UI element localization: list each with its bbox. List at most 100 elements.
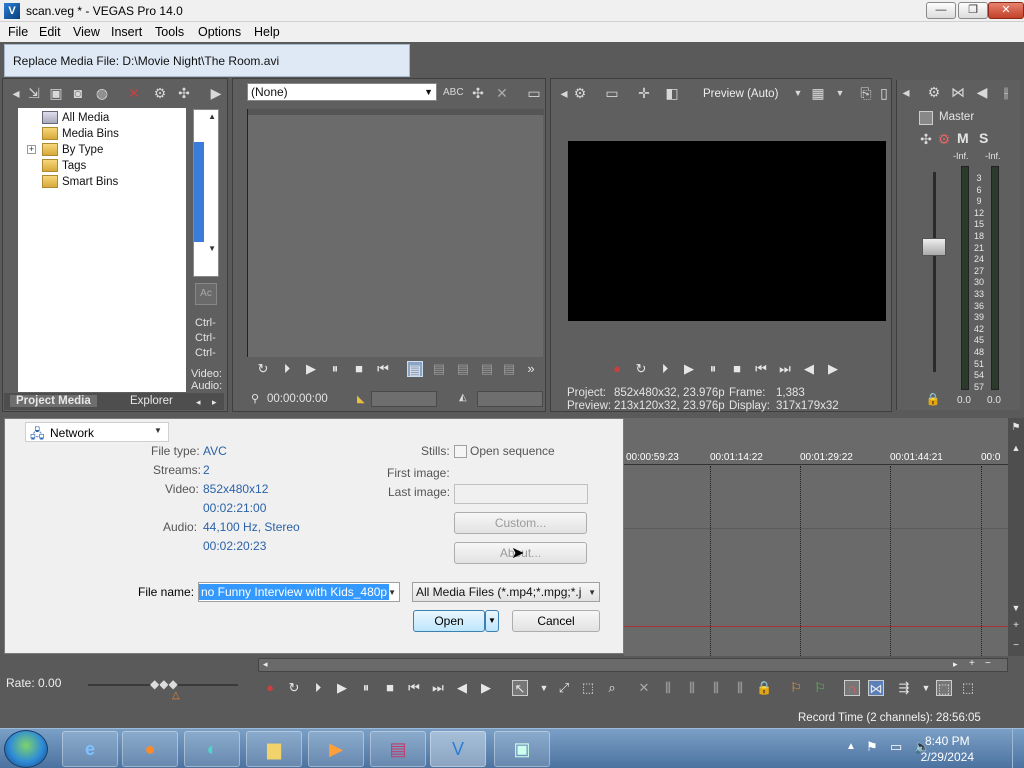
zoom-in-icon[interactable]: + [1008, 618, 1024, 634]
show-hidden-icons[interactable]: ▲ [846, 741, 856, 752]
pause-icon[interactable]: ⏸ [327, 361, 343, 377]
copy-snapshot-icon[interactable]: ⎘ [857, 84, 875, 102]
stop-icon[interactable]: ■ [382, 680, 398, 696]
scroll-down-icon[interactable]: ▼ [1008, 600, 1024, 616]
trim-end-icon[interactable]: ⫼ [708, 680, 724, 696]
preview-quality[interactable]: Preview (Auto) [703, 88, 778, 100]
master-fx-icon[interactable]: ✣ [917, 130, 935, 148]
play-from-start-icon[interactable]: ⏵ [657, 361, 673, 377]
internet-explorer-icon[interactable]: e [62, 731, 118, 767]
record-icon[interactable]: ● [609, 361, 625, 377]
play-from-start-icon[interactable]: ⏵ [310, 680, 326, 696]
start-button-icon[interactable] [4, 730, 48, 768]
solo-button[interactable]: S [979, 130, 988, 146]
zoom-out-icon[interactable]: − [985, 658, 991, 669]
trim-mode-icon[interactable]: ▤ [407, 361, 423, 377]
ignore-grouping-icon[interactable]: ⬚ [960, 680, 976, 696]
open-sequence-checkbox[interactable] [454, 445, 467, 458]
next-frame-icon[interactable]: ▶ [478, 680, 494, 696]
show-desktop-button[interactable] [1012, 729, 1024, 768]
scroll-down-icon[interactable]: ▼ [208, 244, 216, 253]
fx-icon[interactable]: ✣ [175, 84, 193, 102]
timeline-vscroll[interactable]: ⚑ ▲ ▼ + − [1008, 418, 1024, 656]
remove-icon[interactable]: ✕ [125, 84, 143, 102]
pause-icon[interactable]: ⏸ [705, 361, 721, 377]
downmix-icon[interactable]: ⋈ [949, 83, 967, 101]
menu-help[interactable]: Help [254, 25, 280, 39]
external-monitor-icon[interactable]: ▭ [603, 84, 621, 102]
system-clock[interactable]: 8:40 PM 2/29/2024 [921, 733, 974, 765]
chevron-down-icon[interactable]: ▼ [918, 680, 934, 696]
loop-icon[interactable]: ↻ [633, 361, 649, 377]
timeline-hscroll[interactable]: ◂ ▸ + − [258, 658, 1008, 672]
loop-icon[interactable]: ↻ [255, 361, 271, 377]
grid-icon[interactable]: ▦ [809, 84, 827, 102]
split-screen-icon[interactable]: ✛ [635, 84, 653, 102]
mixer-settings-icon[interactable]: ⫲ [997, 83, 1015, 101]
add-track-icon[interactable]: ▤ [501, 361, 517, 377]
minimize-button[interactable]: — [926, 2, 956, 19]
marker-icon[interactable]: ⚐ [788, 680, 804, 696]
zoom-tool-icon[interactable]: ⌕ [604, 680, 620, 696]
trim-start-icon[interactable]: ⫼ [684, 680, 700, 696]
snapping-icon[interactable]: ∩ [844, 680, 860, 696]
scroll-right-icon[interactable]: ▸ [953, 659, 958, 670]
zoom-out-icon[interactable]: − [1008, 638, 1024, 654]
pause-icon[interactable]: ⏸ [358, 680, 374, 696]
go-start-icon[interactable]: ⏮ [375, 361, 391, 377]
chevron-down-icon[interactable]: ▼ [789, 84, 807, 102]
mute-button[interactable]: M [957, 130, 969, 146]
go-end-icon[interactable]: ⏭ [777, 361, 793, 377]
chevron-icon[interactable]: ◂ [7, 84, 25, 102]
menu-view[interactable]: View [73, 25, 100, 39]
network-tray-icon[interactable]: ▭ [890, 739, 902, 755]
add-after-icon[interactable]: ▤ [479, 361, 495, 377]
chevron-down-icon[interactable]: ▼ [536, 680, 552, 696]
spellcheck-icon[interactable]: ABC [443, 84, 464, 102]
lock-icon[interactable]: 🔒 [924, 390, 942, 408]
menu-file[interactable]: File [8, 25, 28, 39]
stop-icon[interactable]: ■ [729, 361, 745, 377]
trim-icon[interactable]: ⫼ [660, 680, 676, 696]
prev-frame-icon[interactable]: ◀ [801, 361, 817, 377]
tab-next-icon[interactable]: ▸ [212, 397, 217, 408]
file-explorer-icon[interactable]: ▆ [246, 731, 302, 767]
tab-explorer[interactable]: Explorer [130, 395, 173, 407]
last-image-field[interactable] [454, 484, 588, 504]
preview-gear-icon[interactable]: ⚙ [571, 84, 589, 102]
split-icon[interactable]: ⫼ [732, 680, 748, 696]
play-icon[interactable]: ▶ [334, 680, 350, 696]
scroll-left-icon[interactable]: ◂ [263, 659, 268, 670]
chevron-down-icon[interactable]: ▼ [831, 84, 849, 102]
extract-audio-icon[interactable]: ◙ [69, 84, 87, 102]
add-before-icon[interactable]: ▤ [455, 361, 471, 377]
vegas-taskbar-icon[interactable]: V [430, 731, 486, 767]
rate-slider-thumb[interactable]: ◆◆◆ [150, 677, 178, 691]
loop-icon[interactable]: ↻ [286, 680, 302, 696]
trimmer-scroll-bar[interactable] [477, 391, 543, 407]
stop-icon[interactable]: ■ [351, 361, 367, 377]
selection-tool-icon[interactable]: ⬚ [580, 680, 596, 696]
trimmer-zoom-bar[interactable] [371, 391, 437, 407]
scroll-up-icon[interactable]: ▲ [1008, 440, 1024, 456]
chevron-icon[interactable]: ◂ [897, 83, 915, 101]
open-button[interactable]: Open [413, 610, 485, 632]
custom-button[interactable]: Custom... [454, 512, 587, 534]
network-tool-icon[interactable]: ▣ [494, 731, 550, 767]
zoom-in-icon[interactable]: + [969, 658, 975, 669]
master-bus-gear-icon[interactable]: ⚙ [935, 130, 953, 148]
monitor-icon[interactable]: ▭ [525, 84, 543, 102]
remove-icon[interactable]: ✕ [493, 84, 511, 102]
maximize-button[interactable]: ❐ [958, 2, 988, 19]
lock-icon[interactable]: 🔒 [756, 680, 772, 696]
add-to-timeline-icon[interactable]: ▤ [431, 361, 447, 377]
master-fader-handle[interactable] [922, 238, 946, 256]
open-options-dropdown[interactable]: ▼ [485, 610, 499, 632]
pin-icon[interactable]: ⚲ [247, 391, 263, 407]
scroll-up-icon[interactable]: ▲ [208, 112, 216, 121]
winrar-icon[interactable]: ▤ [370, 731, 426, 767]
marker-flag-icon[interactable]: ⚑ [1008, 420, 1024, 436]
speaker-icon[interactable]: ◀ [973, 83, 991, 101]
menu-insert[interactable]: Insert [111, 25, 142, 39]
go-start-icon[interactable]: ⏮ [753, 361, 769, 377]
